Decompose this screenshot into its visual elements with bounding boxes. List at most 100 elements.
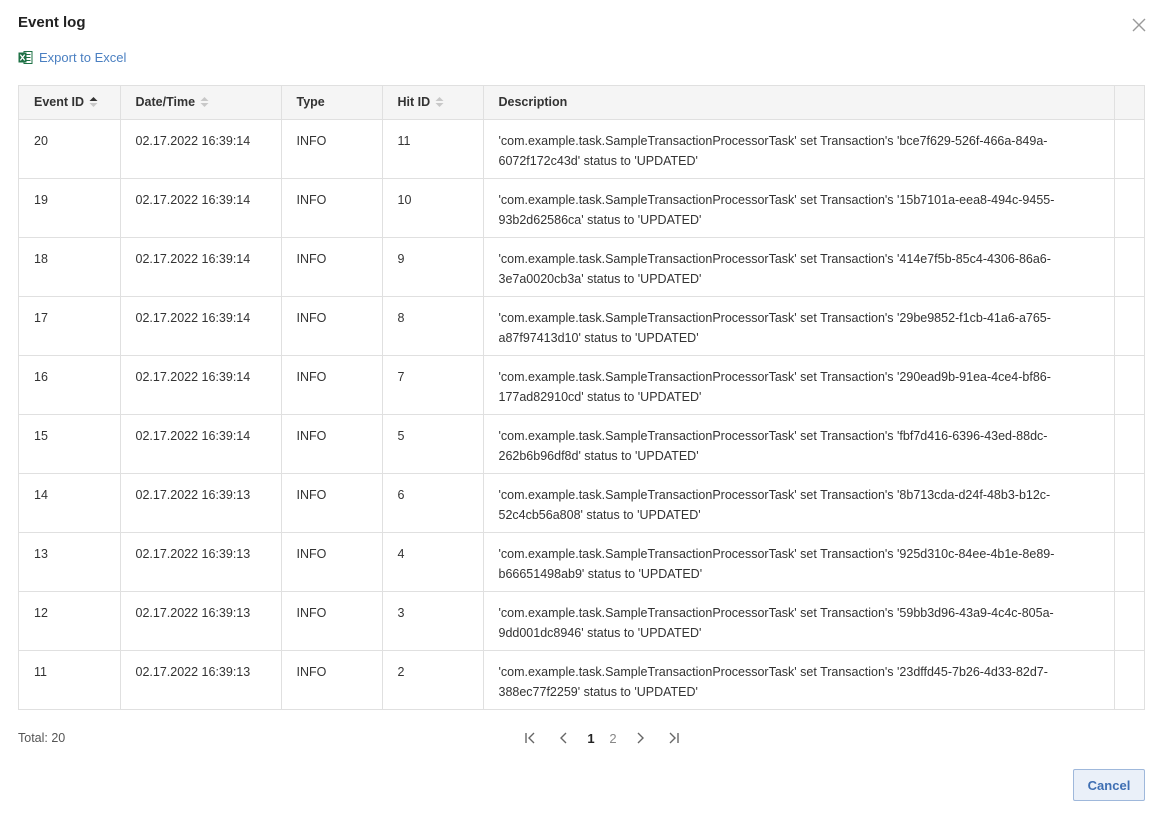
description-cell: 'com.example.task.SampleTransactionProce… <box>483 650 1115 709</box>
type-cell: INFO <box>281 355 383 415</box>
cancel-button[interactable]: Cancel <box>1073 769 1145 801</box>
table-row[interactable]: 18 02.17.2022 16:39:14 INFO 9'com.example.t… <box>19 237 1144 297</box>
dialog-title: Event log <box>18 14 86 31</box>
column-label: Hit ID <box>397 95 431 110</box>
description-cell: 'com.example.task.SampleTransactionProce… <box>483 178 1115 238</box>
type-cell: INFO <box>281 296 383 356</box>
description-cell: 'com.example.task.SampleTransactionProce… <box>483 237 1115 297</box>
filler-cell <box>1114 414 1144 474</box>
event-id-cell: 20 <box>19 119 121 179</box>
sort-ascending-icon <box>89 97 98 108</box>
type-cell: INFO <box>281 473 383 533</box>
description-cell: 'com.example.task.SampleTransactionProce… <box>483 473 1115 533</box>
event-id-cell: 16 <box>19 355 121 415</box>
type-cell: INFO <box>281 178 383 238</box>
excel-icon <box>18 51 33 64</box>
hit-id-cell: 5 <box>382 414 484 474</box>
description-cell: 'com.example.task.SampleTransactionProce… <box>483 532 1115 592</box>
close-button[interactable] <box>1130 16 1148 34</box>
datetime-cell: 02.17.2022 16:39:14 <box>120 355 282 415</box>
total-count: Total: 20 <box>18 731 66 745</box>
page-2-button[interactable]: 2 <box>602 731 624 746</box>
table-row[interactable]: 19 02.17.2022 16:39:14 INFO 10'com.example.… <box>19 178 1144 238</box>
description-cell: 'com.example.task.SampleTransactionProce… <box>483 119 1115 179</box>
pagination: 1 2 <box>520 728 684 748</box>
table-row[interactable]: 17 02.17.2022 16:39:14 INFO 8'com.example.t… <box>19 296 1144 356</box>
description-cell: 'com.example.task.SampleTransactionProce… <box>483 591 1115 651</box>
column-header-hit-id[interactable]: Hit ID <box>382 86 484 120</box>
hit-id-cell: 4 <box>382 532 484 592</box>
chevron-right-icon <box>637 732 644 744</box>
event-log-dialog: Event log Export to Excel Event ID Date/… <box>0 0 1163 837</box>
column-header-description: Description <box>483 86 1115 120</box>
type-cell: INFO <box>281 119 383 179</box>
hit-id-cell: 9 <box>382 237 484 297</box>
event-id-cell: 17 <box>19 296 121 356</box>
last-page-icon <box>669 732 679 744</box>
event-id-cell: 18 <box>19 237 121 297</box>
datetime-cell: 02.17.2022 16:39:14 <box>120 237 282 297</box>
datetime-cell: 02.17.2022 16:39:13 <box>120 473 282 533</box>
page-1-button[interactable]: 1 <box>580 731 602 746</box>
hit-id-cell: 7 <box>382 355 484 415</box>
export-label: Export to Excel <box>39 50 127 65</box>
first-page-icon <box>525 732 535 744</box>
table-row[interactable]: 15 02.17.2022 16:39:14 INFO 5'com.example.t… <box>19 414 1144 474</box>
table-row[interactable]: 11 02.17.2022 16:39:13 INFO 2'com.example.t… <box>19 650 1144 709</box>
sort-icon <box>200 97 209 108</box>
filler-cell <box>1114 473 1144 533</box>
event-id-cell: 15 <box>19 414 121 474</box>
hit-id-cell: 6 <box>382 473 484 533</box>
column-label: Event ID <box>34 95 85 110</box>
table-row[interactable]: 16 02.17.2022 16:39:14 INFO 7'com.example.t… <box>19 355 1144 415</box>
table-row[interactable]: 20 02.17.2022 16:39:14 INFO 11'com.example.… <box>19 119 1144 179</box>
column-label: Description <box>498 95 568 110</box>
filler-cell <box>1114 591 1144 651</box>
chevron-left-icon <box>560 732 567 744</box>
hit-id-cell: 3 <box>382 591 484 651</box>
table-header-row: Event ID Date/Time Type Hit ID Descripti… <box>19 86 1144 120</box>
event-id-cell: 12 <box>19 591 121 651</box>
filler-cell <box>1114 296 1144 356</box>
column-header-filler <box>1114 86 1144 120</box>
column-header-type: Type <box>281 86 383 120</box>
filler-cell <box>1114 355 1144 415</box>
hit-id-cell: 10 <box>382 178 484 238</box>
filler-cell <box>1114 532 1144 592</box>
datetime-cell: 02.17.2022 16:39:13 <box>120 591 282 651</box>
filler-cell <box>1114 119 1144 179</box>
table-row[interactable]: 12 02.17.2022 16:39:13 INFO 3'com.example.t… <box>19 591 1144 651</box>
description-cell: 'com.example.task.SampleTransactionProce… <box>483 296 1115 356</box>
close-icon <box>1132 18 1146 32</box>
filler-cell <box>1114 650 1144 709</box>
column-label: Date/Time <box>135 95 196 110</box>
filler-cell <box>1114 178 1144 238</box>
column-label: Type <box>296 95 325 110</box>
export-to-excel-link[interactable]: Export to Excel <box>18 50 126 65</box>
last-page-button[interactable] <box>664 728 684 748</box>
table-row[interactable]: 13 02.17.2022 16:39:13 INFO 4'com.example.t… <box>19 532 1144 592</box>
type-cell: INFO <box>281 591 383 651</box>
type-cell: INFO <box>281 414 383 474</box>
datetime-cell: 02.17.2022 16:39:14 <box>120 414 282 474</box>
description-cell: 'com.example.task.SampleTransactionProce… <box>483 355 1115 415</box>
sort-icon <box>435 97 444 108</box>
next-page-button[interactable] <box>630 728 650 748</box>
datetime-cell: 02.17.2022 16:39:14 <box>120 178 282 238</box>
column-header-event-id[interactable]: Event ID <box>19 86 121 120</box>
hit-id-cell: 2 <box>382 650 484 709</box>
event-id-cell: 11 <box>19 650 121 709</box>
datetime-cell: 02.17.2022 16:39:14 <box>120 296 282 356</box>
type-cell: INFO <box>281 237 383 297</box>
table-row[interactable]: 14 02.17.2022 16:39:13 INFO 6'com.example.t… <box>19 473 1144 533</box>
hit-id-cell: 11 <box>382 119 484 179</box>
datetime-cell: 02.17.2022 16:39:13 <box>120 650 282 709</box>
event-id-cell: 14 <box>19 473 121 533</box>
previous-page-button[interactable] <box>554 728 574 748</box>
first-page-button[interactable] <box>520 728 540 748</box>
hit-id-cell: 8 <box>382 296 484 356</box>
type-cell: INFO <box>281 650 383 709</box>
datetime-cell: 02.17.2022 16:39:14 <box>120 119 282 179</box>
column-header-datetime[interactable]: Date/Time <box>120 86 282 120</box>
type-cell: INFO <box>281 532 383 592</box>
